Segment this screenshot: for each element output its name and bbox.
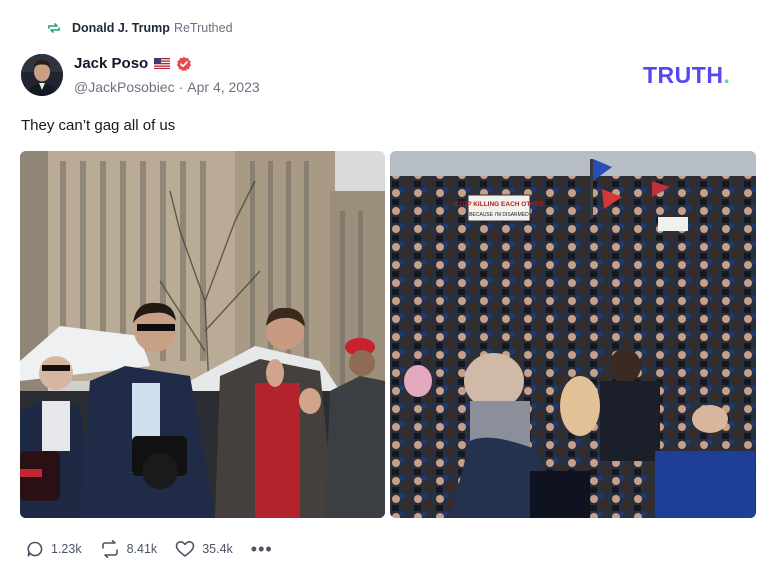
media-image-left[interactable] xyxy=(20,151,385,518)
like-button[interactable]: 35.4k xyxy=(175,540,233,558)
like-count: 35.4k xyxy=(202,542,233,556)
retruth-button[interactable]: 8.41k xyxy=(100,540,158,558)
us-flag-icon xyxy=(154,58,171,69)
post-text: They can’t gag all of us xyxy=(21,117,176,134)
retruth-label: ReTruthed xyxy=(173,21,233,35)
author-handle[interactable]: @JackPosobiec xyxy=(74,79,175,95)
logo-text: TRUTH xyxy=(643,62,724,88)
verified-badge-icon xyxy=(177,56,192,71)
logo-dot: . xyxy=(723,62,731,88)
author-name[interactable]: Jack Poso xyxy=(74,55,148,72)
avatar[interactable] xyxy=(21,54,63,96)
reply-icon xyxy=(27,541,43,557)
more-options-button[interactable]: ••• xyxy=(250,539,273,559)
post-meta: @JackPosobiec · Apr 4, 2023 xyxy=(74,79,260,95)
retruth-action-icon xyxy=(101,540,118,558)
press-scene-photo xyxy=(20,151,385,518)
retruth-icon xyxy=(48,23,60,33)
post-actions: 1.23k 8.41k 35.4k ••• xyxy=(26,540,273,558)
meta-separator: · xyxy=(178,79,184,95)
heart-icon xyxy=(175,541,195,557)
crowd-scene-photo: STOP KILLING EACH OTHER BECAUSE I'M DISA… xyxy=(390,151,756,518)
reply-button[interactable]: 1.23k xyxy=(26,540,82,558)
reply-count: 1.23k xyxy=(51,542,82,556)
post-date[interactable]: Apr 4, 2023 xyxy=(187,79,259,95)
avatar-image xyxy=(21,54,63,96)
author-row: Jack Poso xyxy=(74,55,192,72)
sign-text: STOP KILLING EACH OTHER xyxy=(454,201,544,208)
more-icon: ••• xyxy=(250,539,273,559)
sign-subtext: BECAUSE I'M DISARMED xyxy=(469,212,529,218)
media-image-right[interactable]: STOP KILLING EACH OTHER BECAUSE I'M DISA… xyxy=(390,151,756,518)
retruth-user-link[interactable]: Donald J. Trump xyxy=(72,21,170,35)
retruth-count: 8.41k xyxy=(126,542,158,556)
truth-logo[interactable]: TRUTH. xyxy=(643,62,730,89)
retruth-header: Donald J. Trump ReTruthed xyxy=(46,18,233,38)
